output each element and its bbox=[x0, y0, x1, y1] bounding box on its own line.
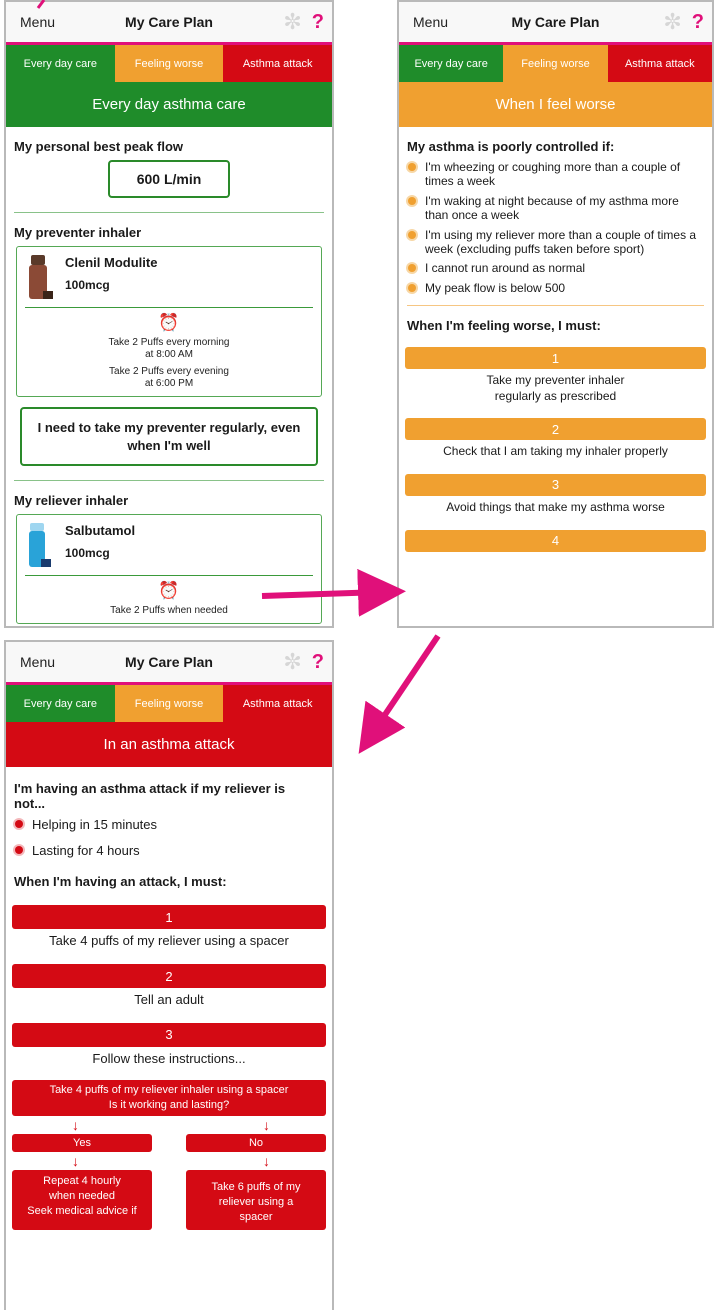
peak-flow-value: 600 L/min bbox=[108, 160, 230, 198]
list-item: Lasting for 4 hours bbox=[14, 843, 324, 859]
flow-no: No bbox=[186, 1133, 326, 1153]
menu-button[interactable]: Menu bbox=[20, 654, 55, 670]
tab-asthma-attack[interactable]: Asthma attack bbox=[223, 685, 332, 722]
reliever-schedule: Take 2 Puffs when needed bbox=[110, 605, 228, 617]
navbar: Menu My Care Plan ✼ ? bbox=[399, 2, 712, 45]
menu-button[interactable]: Menu bbox=[20, 14, 55, 30]
schedule-morning-time: at 8:00 AM bbox=[145, 349, 193, 360]
poorly-controlled-heading: My asthma is poorly controlled if: bbox=[407, 139, 615, 154]
screen-everyday-care: Menu My Care Plan ✼ ? Every day care Fee… bbox=[4, 0, 334, 628]
navbar: Menu My Care Plan ✼ ? bbox=[6, 642, 332, 685]
symptom-list: I'm wheezing or coughing more than a cou… bbox=[407, 160, 704, 295]
schedule-evening-time: at 6:00 PM bbox=[144, 378, 194, 389]
tab-every-day-care[interactable]: Every day care bbox=[6, 685, 115, 722]
schedule-morning: Take 2 Puffs every morning bbox=[108, 337, 230, 348]
step-text: Check that I am taking my inhaler proper… bbox=[443, 444, 668, 459]
reliever-card[interactable]: Salbutamol 100mcg ⏰ Take 2 Puffs when ne… bbox=[16, 514, 322, 625]
alarm-clock-icon: ⏰ bbox=[158, 313, 180, 332]
section-banner: When I feel worse bbox=[399, 82, 712, 127]
gear-icon[interactable]: ✼ bbox=[283, 651, 301, 673]
inhaler-icon bbox=[25, 253, 55, 301]
tab-every-day-care[interactable]: Every day care bbox=[399, 45, 504, 82]
preventer-name: Clenil Modulite bbox=[65, 255, 158, 270]
arrow-down-icon: ↓ bbox=[263, 1153, 270, 1170]
tab-bar: Every day care Feeling worse Asthma atta… bbox=[6, 685, 332, 722]
help-icon[interactable]: ? bbox=[312, 651, 324, 674]
tab-feeling-worse[interactable]: Feeling worse bbox=[114, 45, 224, 82]
gear-icon[interactable]: ✼ bbox=[283, 11, 301, 33]
list-item: I'm waking at night because of my asthma… bbox=[407, 194, 704, 223]
must-heading: When I'm having an attack, I must: bbox=[14, 874, 227, 890]
list-item: My peak flow is below 500 bbox=[407, 281, 704, 295]
attack-signs-list: Helping in 15 minutes Lasting for 4 hour… bbox=[14, 817, 324, 858]
divider bbox=[407, 305, 704, 307]
step-number: 3 bbox=[405, 473, 706, 496]
step-text: Follow these instructions... bbox=[92, 1050, 246, 1066]
divider bbox=[14, 212, 324, 213]
reliever-name: Salbutamol bbox=[65, 523, 136, 539]
tab-asthma-attack[interactable]: Asthma attack bbox=[607, 45, 712, 82]
step-text: Avoid things that make my asthma worse bbox=[446, 499, 665, 514]
step-number: 2 bbox=[12, 964, 326, 989]
arrow-down-left-icon bbox=[358, 634, 441, 754]
flow-yes-result: Repeat 4 hourly when needed Seek medical… bbox=[12, 1170, 152, 1231]
step-number: 3 bbox=[12, 1022, 326, 1047]
arrow-down-icon: ↓ bbox=[263, 1116, 270, 1133]
flow-start: Take 4 puffs of my reliever inhaler usin… bbox=[12, 1079, 326, 1116]
step-text: Tell an adult bbox=[134, 992, 204, 1008]
arrow-down-icon: ↓ bbox=[72, 1116, 79, 1133]
section-banner: In an asthma attack bbox=[6, 722, 332, 767]
attack-flowchart: Take 4 puffs of my reliever inhaler usin… bbox=[12, 1079, 326, 1231]
navbar: Menu My Care Plan ✼ ? bbox=[6, 2, 332, 45]
list-item: I'm using my reliever more than a couple… bbox=[407, 228, 704, 257]
divider bbox=[14, 480, 324, 482]
tab-feeling-worse[interactable]: Feeling worse bbox=[503, 45, 608, 82]
alarm-clock-icon: ⏰ bbox=[158, 581, 180, 601]
inhaler-icon bbox=[25, 521, 55, 569]
preventer-dose: 100mcg bbox=[65, 278, 110, 292]
list-item: I cannot run around as normal bbox=[407, 261, 704, 275]
screen-asthma-attack: Menu My Care Plan ✼ ? Every day care Fee… bbox=[4, 640, 334, 1310]
help-icon[interactable]: ? bbox=[692, 11, 704, 34]
attack-heading: I'm having an asthma attack if my reliev… bbox=[14, 781, 286, 811]
preventer-heading: My preventer inhaler bbox=[14, 225, 142, 240]
step-text: Take 4 puffs of my reliever using a spac… bbox=[49, 933, 289, 949]
arrow-down-icon: ↓ bbox=[72, 1153, 79, 1170]
section-banner: Every day asthma care bbox=[6, 82, 332, 127]
regular-preventer-message: I need to take my preventer regularly, e… bbox=[20, 407, 318, 467]
peak-flow-heading: My personal best peak flow bbox=[14, 139, 184, 154]
flow-yes: Yes bbox=[12, 1133, 152, 1153]
preventer-card[interactable]: Clenil Modulite 100mcg ⏰ Take 2 Puffs ev… bbox=[16, 246, 322, 397]
reliever-dose: 100mcg bbox=[65, 546, 110, 561]
screen-feeling-worse: Menu My Care Plan ✼ ? Every day care Fee… bbox=[397, 0, 714, 628]
menu-button[interactable]: Menu bbox=[413, 14, 448, 30]
reliever-heading: My reliever inhaler bbox=[14, 493, 129, 509]
step-number: 1 bbox=[12, 905, 326, 930]
tab-feeling-worse[interactable]: Feeling worse bbox=[114, 685, 224, 722]
gear-icon[interactable]: ✼ bbox=[663, 11, 681, 33]
tab-every-day-care[interactable]: Every day care bbox=[6, 45, 115, 82]
step-text: Take my preventer inhaler regularly as p… bbox=[486, 373, 625, 403]
schedule-evening: Take 2 Puffs every evening bbox=[109, 366, 229, 377]
flow-no-result: Take 6 puffs of my reliever using a spac… bbox=[186, 1170, 326, 1231]
step-number: 1 bbox=[405, 347, 706, 370]
tab-bar: Every day care Feeling worse Asthma atta… bbox=[6, 45, 332, 82]
must-heading: When I'm feeling worse, I must: bbox=[407, 318, 601, 334]
tab-asthma-attack[interactable]: Asthma attack bbox=[223, 45, 332, 82]
help-icon[interactable]: ? bbox=[312, 11, 324, 34]
step-number: 2 bbox=[405, 418, 706, 441]
list-item: I'm wheezing or coughing more than a cou… bbox=[407, 160, 704, 189]
step-number: 4 bbox=[405, 529, 706, 552]
list-item: Helping in 15 minutes bbox=[14, 817, 324, 833]
tab-bar: Every day care Feeling worse Asthma atta… bbox=[399, 45, 712, 82]
